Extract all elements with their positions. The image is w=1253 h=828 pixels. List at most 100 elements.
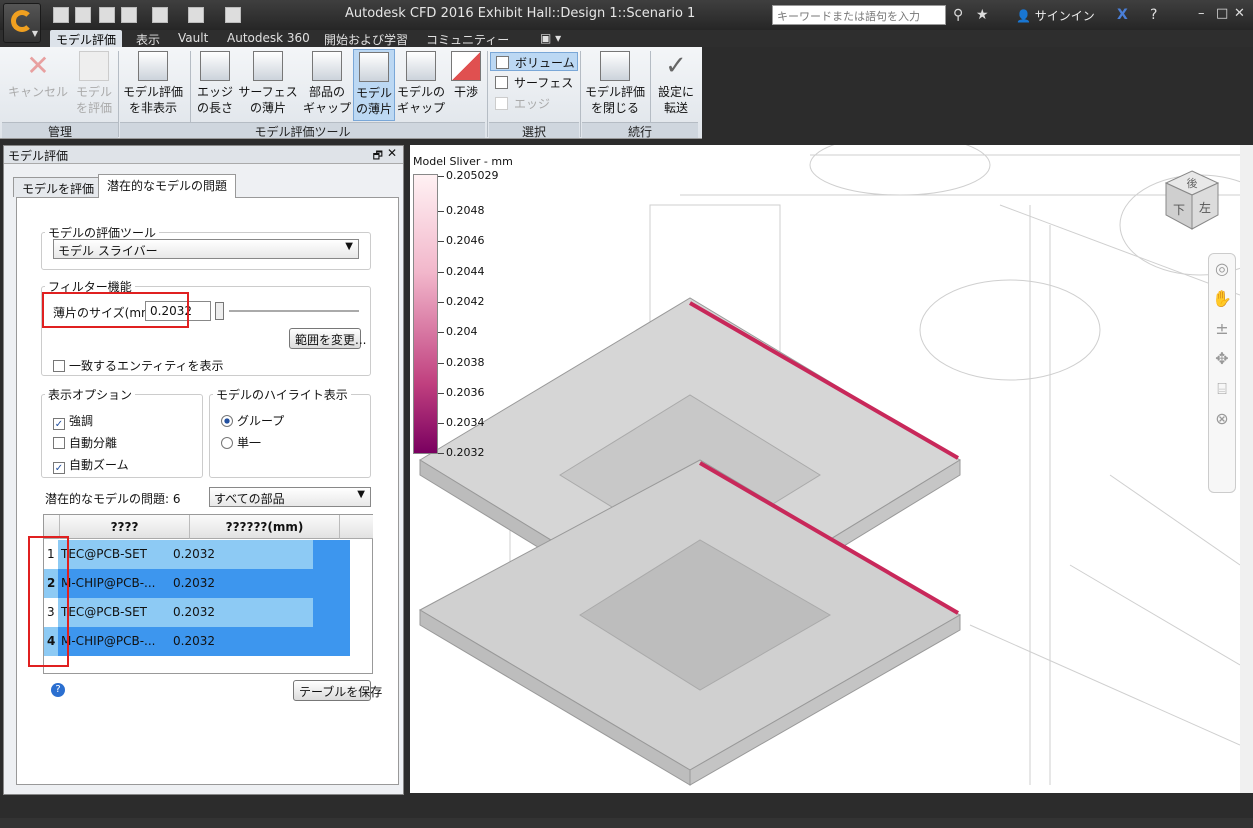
- app-logo-icon: [11, 10, 33, 32]
- search-input[interactable]: キーワードまたは語句を入力: [772, 5, 946, 25]
- highlight-single-radio[interactable]: 単一: [221, 434, 261, 451]
- group-label-select: 選択: [489, 122, 579, 139]
- zoom-icon[interactable]: ±: [1209, 314, 1235, 344]
- legend-tick: 0.2048: [438, 204, 485, 217]
- table-row[interactable]: 3 TEC@PCB-SET 0.2032: [44, 598, 350, 627]
- legend-color-bar: [413, 174, 438, 454]
- close-panel-icon[interactable]: ✕: [387, 146, 397, 160]
- auto-zoom-checkbox[interactable]: ✓ 自動ズーム: [53, 456, 129, 474]
- select-edge-button[interactable]: エッジ: [490, 94, 578, 113]
- model-gap-button[interactable]: モデルの ギャップ: [396, 49, 446, 121]
- geometry-icon[interactable]: [152, 7, 168, 23]
- checkbox-box: [53, 437, 65, 449]
- hide-model-evaluation-button[interactable]: モデル評価 を非表示: [120, 49, 186, 121]
- row-bar: [313, 540, 350, 569]
- interference-button[interactable]: 干渉: [447, 49, 485, 121]
- table-header-part[interactable]: ????: [60, 515, 190, 539]
- look-icon[interactable]: ⌸: [1209, 374, 1235, 404]
- table-row[interactable]: 2 M-CHIP@PCB-... 0.2032: [44, 569, 350, 598]
- edge-length-icon: [200, 51, 230, 81]
- view-box-icon[interactable]: [188, 7, 204, 23]
- application-menu-button[interactable]: ▼: [3, 3, 41, 43]
- user-icon: 👤: [1016, 9, 1035, 23]
- signin-button[interactable]: 👤 サインイン: [1016, 7, 1095, 24]
- edge-length-button[interactable]: エッジ の長さ: [194, 49, 236, 121]
- open-file-icon[interactable]: [75, 7, 91, 23]
- 3d-viewport[interactable]: Model Sliver - mm 0.205029 0.2048 0.2046…: [410, 145, 1240, 793]
- tab-potential-issues[interactable]: 潜在的なモデルの問題: [98, 174, 237, 198]
- close-window-button[interactable]: ✕: [1234, 6, 1245, 21]
- exchange-icon[interactable]: X: [1117, 7, 1128, 23]
- minimize-button[interactable]: –: [1198, 6, 1205, 21]
- navigation-bar: ◎ ✋ ± ✥ ⌸ ⊗: [1208, 253, 1236, 493]
- table-row[interactable]: 1 TEC@PCB-SET 0.2032: [44, 540, 350, 569]
- checkbox-checked: ✓: [53, 418, 65, 430]
- model-sliver-button[interactable]: モデル の薄片: [353, 49, 395, 121]
- model-gap-icon: [406, 51, 436, 81]
- tab-model-evaluation[interactable]: モデル評価: [50, 30, 123, 47]
- select-volume-button[interactable]: ボリューム: [490, 52, 578, 71]
- save-all-icon[interactable]: [121, 7, 137, 23]
- interference-icon: [451, 51, 481, 81]
- show-matching-checkbox[interactable]: 一致するエンティティを表示: [53, 357, 224, 374]
- ribbon-separator: [487, 51, 488, 137]
- legend-tick: 0.204: [438, 325, 478, 338]
- part-gap-button[interactable]: 部品の ギャップ: [302, 49, 352, 121]
- view-cube[interactable]: 後 下 左: [1162, 167, 1222, 237]
- tab-view[interactable]: 表示: [130, 30, 166, 47]
- change-range-button[interactable]: 範囲を変更...: [289, 328, 366, 349]
- tab-autodesk360[interactable]: Autodesk 360: [221, 30, 316, 47]
- orbit-icon[interactable]: ✥: [1209, 344, 1235, 374]
- table-header-size[interactable]: ??????(mm): [190, 515, 340, 539]
- star-icon[interactable]: ★: [976, 7, 989, 23]
- highlight-checkbox[interactable]: ✓ 強調: [53, 412, 93, 430]
- help-icon[interactable]: ?: [1150, 7, 1157, 23]
- select-surface-button[interactable]: サーフェス: [490, 73, 578, 92]
- pan-hand-icon[interactable]: ✋: [1209, 284, 1235, 314]
- ribbon-tab-bar: モデル評価 表示 Vault Autodesk 360 開始および学習 コミュニ…: [0, 30, 1253, 47]
- save-table-button[interactable]: テーブルを保存: [293, 680, 382, 701]
- options-icon[interactable]: [225, 7, 241, 23]
- maximize-button[interactable]: □: [1216, 6, 1228, 21]
- binoculars-icon[interactable]: ⚲: [953, 7, 963, 23]
- surface-sliver-button[interactable]: サーフェス の薄片: [237, 49, 299, 121]
- viewcube-top-label: 後: [1187, 176, 1198, 190]
- tab-evaluate-model[interactable]: モデルを評価: [13, 177, 104, 197]
- tool-select[interactable]: モデル スライバー ▼: [53, 239, 359, 259]
- new-file-icon[interactable]: [53, 7, 69, 23]
- legend-tick: 0.205029: [438, 169, 499, 182]
- tab-getting-started[interactable]: 開始および学習: [318, 30, 414, 47]
- float-panel-icon[interactable]: 🗗: [373, 147, 383, 166]
- help-icon[interactable]: ?: [51, 683, 65, 697]
- display-legend: 表示オプション: [48, 388, 133, 402]
- group-label-tools: モデル評価ツール: [120, 122, 485, 139]
- legend-tick: 0.2042: [438, 295, 485, 308]
- close-evaluation-icon: [600, 51, 630, 81]
- auto-isolate-checkbox[interactable]: 自動分離: [53, 434, 117, 451]
- close-model-evaluation-button[interactable]: モデル評価 を閉じる: [583, 49, 647, 121]
- viewport-side-strip: [1240, 145, 1253, 793]
- highlight-group-radio[interactable]: グループ: [221, 412, 284, 429]
- brush-icon: [138, 51, 168, 81]
- viewcube-front-label: 下: [1173, 203, 1185, 217]
- row-bar: [313, 598, 350, 627]
- table-row[interactable]: 4 M-CHIP@PCB-... 0.2032: [44, 627, 350, 656]
- annotation-box-row-numbers: [28, 536, 69, 667]
- transfer-to-setup-button[interactable]: ✓ 設定に 転送: [654, 49, 698, 121]
- tab-community[interactable]: コミュニティー: [420, 30, 515, 47]
- edge-icon: [495, 97, 508, 110]
- ribbon-separator: [580, 51, 581, 137]
- parts-filter-select[interactable]: すべての部品 ▼: [209, 487, 371, 507]
- camera-dropdown-icon[interactable]: ▣ ▾: [534, 30, 567, 47]
- evaluate-model-button[interactable]: モデル を評価: [72, 49, 116, 121]
- save-icon[interactable]: [99, 7, 115, 23]
- surface-sliver-icon: [253, 51, 283, 81]
- showmotion-icon[interactable]: ⊗: [1209, 404, 1235, 434]
- issues-count-label: 潜在的なモデルの問題: 6: [45, 492, 181, 506]
- tab-vault[interactable]: Vault: [172, 30, 214, 47]
- table-header-filler: [340, 515, 373, 539]
- legend-tick: 0.2044: [438, 265, 485, 278]
- cancel-button[interactable]: ✕ キャンセル: [6, 49, 70, 121]
- sliver-size-slider-handle[interactable]: [215, 302, 224, 320]
- steering-wheel-icon[interactable]: ◎: [1209, 254, 1235, 284]
